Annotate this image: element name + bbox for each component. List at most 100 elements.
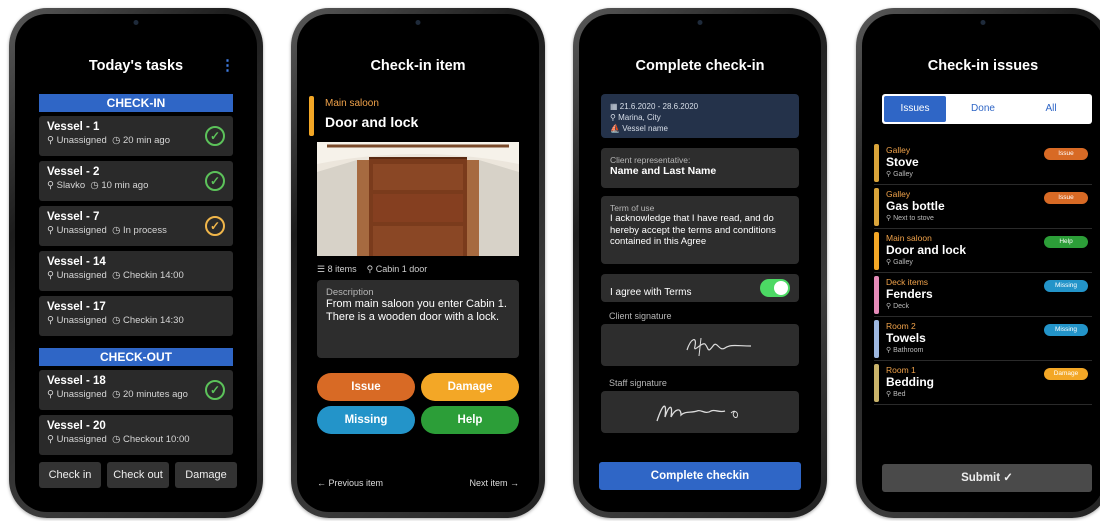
user-icon: ⚲ <box>47 135 54 146</box>
issue-category: Room 1 <box>886 365 916 375</box>
booking-marina: ⚲ Marina, City <box>610 113 661 122</box>
issue-name: Bedding <box>886 375 934 389</box>
phone-check-in-issues: Check-in issues Issues Done All Galley S… <box>856 8 1100 518</box>
row-accent-bar <box>874 232 879 270</box>
task-meta: ⚲ Unassigned ◷ Checkin 14:00 <box>47 270 184 281</box>
booking-summary: ▦ 21.6.2020 - 28.6.2020 ⚲ Marina, City ⛵… <box>601 94 799 138</box>
clock-icon: ◷ <box>112 270 121 281</box>
task-card[interactable]: Vessel - 17 ⚲ Unassigned ◷ Checkin 14:30 <box>39 296 233 336</box>
task-card[interactable]: Vessel - 20 ⚲ Unassigned ◷ Checkout 10:0… <box>39 415 233 455</box>
agree-toggle[interactable] <box>760 279 790 297</box>
user-icon: ⚲ <box>47 389 54 400</box>
issue-row[interactable]: Room 1 Bedding ⚲ Bed Damage <box>874 362 1092 405</box>
task-card[interactable]: Vessel - 2 ⚲ Slavko ◷ 10 min ago ✓ <box>39 161 233 201</box>
task-card[interactable]: Vessel - 18 ⚲ Unassigned ◷ 20 minutes ag… <box>39 370 233 410</box>
checkin-section-header: CHECK-IN <box>39 94 233 112</box>
item-name: Door and lock <box>325 114 419 130</box>
missing-button[interactable]: Missing <box>317 406 415 434</box>
check-circle-icon: ✓ <box>205 216 225 236</box>
row-accent-bar <box>874 364 879 402</box>
issue-name: Stove <box>886 155 919 169</box>
booking-dates: ▦ 21.6.2020 - 28.6.2020 <box>610 102 699 111</box>
notch <box>76 14 196 34</box>
arrow-left-icon: ← <box>317 478 326 488</box>
help-button[interactable]: Help <box>421 406 519 434</box>
field-label: Client representative: <box>610 155 691 165</box>
task-name: Vessel - 1 <box>47 121 100 133</box>
staff-signature-pad[interactable] <box>601 391 799 433</box>
issue-location: ⚲ Bed <box>886 391 906 398</box>
damage-button[interactable]: Damage <box>175 462 237 488</box>
issue-name: Fenders <box>886 287 933 301</box>
phone-complete-check-in: Complete check-in ▦ 21.6.2020 - 28.6.202… <box>573 8 827 518</box>
issue-row[interactable]: Main saloon Door and lock ⚲ Galley Help <box>874 230 1092 273</box>
status-badge: Issue <box>1044 148 1088 160</box>
kebab-menu-icon[interactable]: ⋮ <box>220 58 235 73</box>
issue-category: Galley <box>886 145 911 155</box>
issue-row[interactable]: Galley Gas bottle ⚲ Next to stove Issue <box>874 186 1092 229</box>
screen: Check-in item Main saloon Door and lock … <box>297 14 539 512</box>
task-meta: ⚲ Unassigned ◷ 20 minutes ago <box>47 389 188 400</box>
staff-signature-label: Staff signature <box>609 378 667 388</box>
task-meta: ⚲ Unassigned ◷ In process <box>47 225 167 236</box>
status-badge: Missing <box>1044 280 1088 292</box>
client-representative-field[interactable]: Client representative: Name and Last Nam… <box>601 148 799 188</box>
submit-button[interactable]: Submit ✓ <box>882 464 1092 492</box>
agree-terms-row: I agree with Terms <box>601 274 799 302</box>
task-card[interactable]: Vessel - 1 ⚲ Unassigned ◷ 20 min ago ✓ <box>39 116 233 156</box>
client-signature-label: Client signature <box>609 311 672 321</box>
check-in-button[interactable]: Check in <box>39 462 101 488</box>
boat-icon: ⛵ <box>610 124 620 133</box>
field-value: Name and Last Name <box>610 165 717 177</box>
description-text: From main saloon you enter Cabin 1. Ther… <box>326 298 507 323</box>
screen: Today's tasks ⋮ CHECK-IN Vessel - 1 ⚲ Un… <box>15 14 257 512</box>
tab-all[interactable]: All <box>1020 96 1082 122</box>
issue-location: ⚲ Galley <box>886 259 913 266</box>
status-badge: Missing <box>1044 324 1088 336</box>
task-meta: ⚲ Unassigned ◷ 20 min ago <box>47 135 171 146</box>
phone-todays-tasks: Today's tasks ⋮ CHECK-IN Vessel - 1 ⚲ Un… <box>9 8 263 518</box>
clock-icon: ◷ <box>112 225 121 236</box>
task-meta: ⚲ Unassigned ◷ Checkin 14:30 <box>47 315 184 326</box>
task-name: Vessel - 7 <box>47 211 100 223</box>
page-title: Check-in issues <box>927 58 1039 74</box>
booking-vessel: ⛵ Vessel name <box>610 124 669 133</box>
task-name: Vessel - 20 <box>47 420 106 432</box>
page-title: Check-in item <box>370 58 466 74</box>
pin-icon: ⚲ <box>366 264 374 274</box>
calendar-icon: ▦ <box>610 102 618 111</box>
phone-check-in-item: Check-in item Main saloon Door and lock … <box>291 8 545 518</box>
check-circle-icon: ✓ <box>205 126 225 146</box>
damage-button[interactable]: Damage <box>421 373 519 401</box>
task-name: Vessel - 18 <box>47 375 106 387</box>
issue-row[interactable]: Galley Stove ⚲ Galley Issue <box>874 142 1092 185</box>
status-badge: Damage <box>1044 368 1088 380</box>
task-card[interactable]: Vessel - 14 ⚲ Unassigned ◷ Checkin 14:00 <box>39 251 233 291</box>
tab-issues[interactable]: Issues <box>884 96 946 122</box>
issue-row[interactable]: Room 2 Towels ⚲ Bathroom Missing <box>874 318 1092 361</box>
issue-row[interactable]: Deck items Fenders ⚲ Deck Missing <box>874 274 1092 317</box>
clock-icon: ◷ <box>112 135 121 146</box>
check-out-button[interactable]: Check out <box>107 462 169 488</box>
user-icon: ⚲ <box>47 225 54 236</box>
notch <box>358 14 478 34</box>
issue-location: ⚲ Galley <box>886 171 913 178</box>
item-category: Main saloon <box>325 98 379 109</box>
status-badge: Help <box>1044 236 1088 248</box>
issue-location: ⚲ Bathroom <box>886 347 924 354</box>
previous-item-link[interactable]: ← Previous item <box>317 478 383 488</box>
page-title: Complete check-in <box>635 58 765 74</box>
client-signature-pad[interactable] <box>601 324 799 366</box>
task-meta: ⚲ Slavko ◷ 10 min ago <box>47 180 149 191</box>
issue-category: Galley <box>886 189 911 199</box>
list-icon: ☰ <box>317 264 326 274</box>
tab-done[interactable]: Done <box>952 96 1014 122</box>
issue-name: Towels <box>886 331 926 345</box>
next-item-link[interactable]: Next item → <box>469 478 519 488</box>
agree-label: I agree with Terms <box>610 287 692 298</box>
issue-button[interactable]: Issue <box>317 373 415 401</box>
check-circle-icon: ✓ <box>205 171 225 191</box>
user-icon: ⚲ <box>47 434 54 445</box>
task-card[interactable]: Vessel - 7 ⚲ Unassigned ◷ In process ✓ <box>39 206 233 246</box>
complete-checkin-button[interactable]: Complete checkin <box>599 462 801 490</box>
